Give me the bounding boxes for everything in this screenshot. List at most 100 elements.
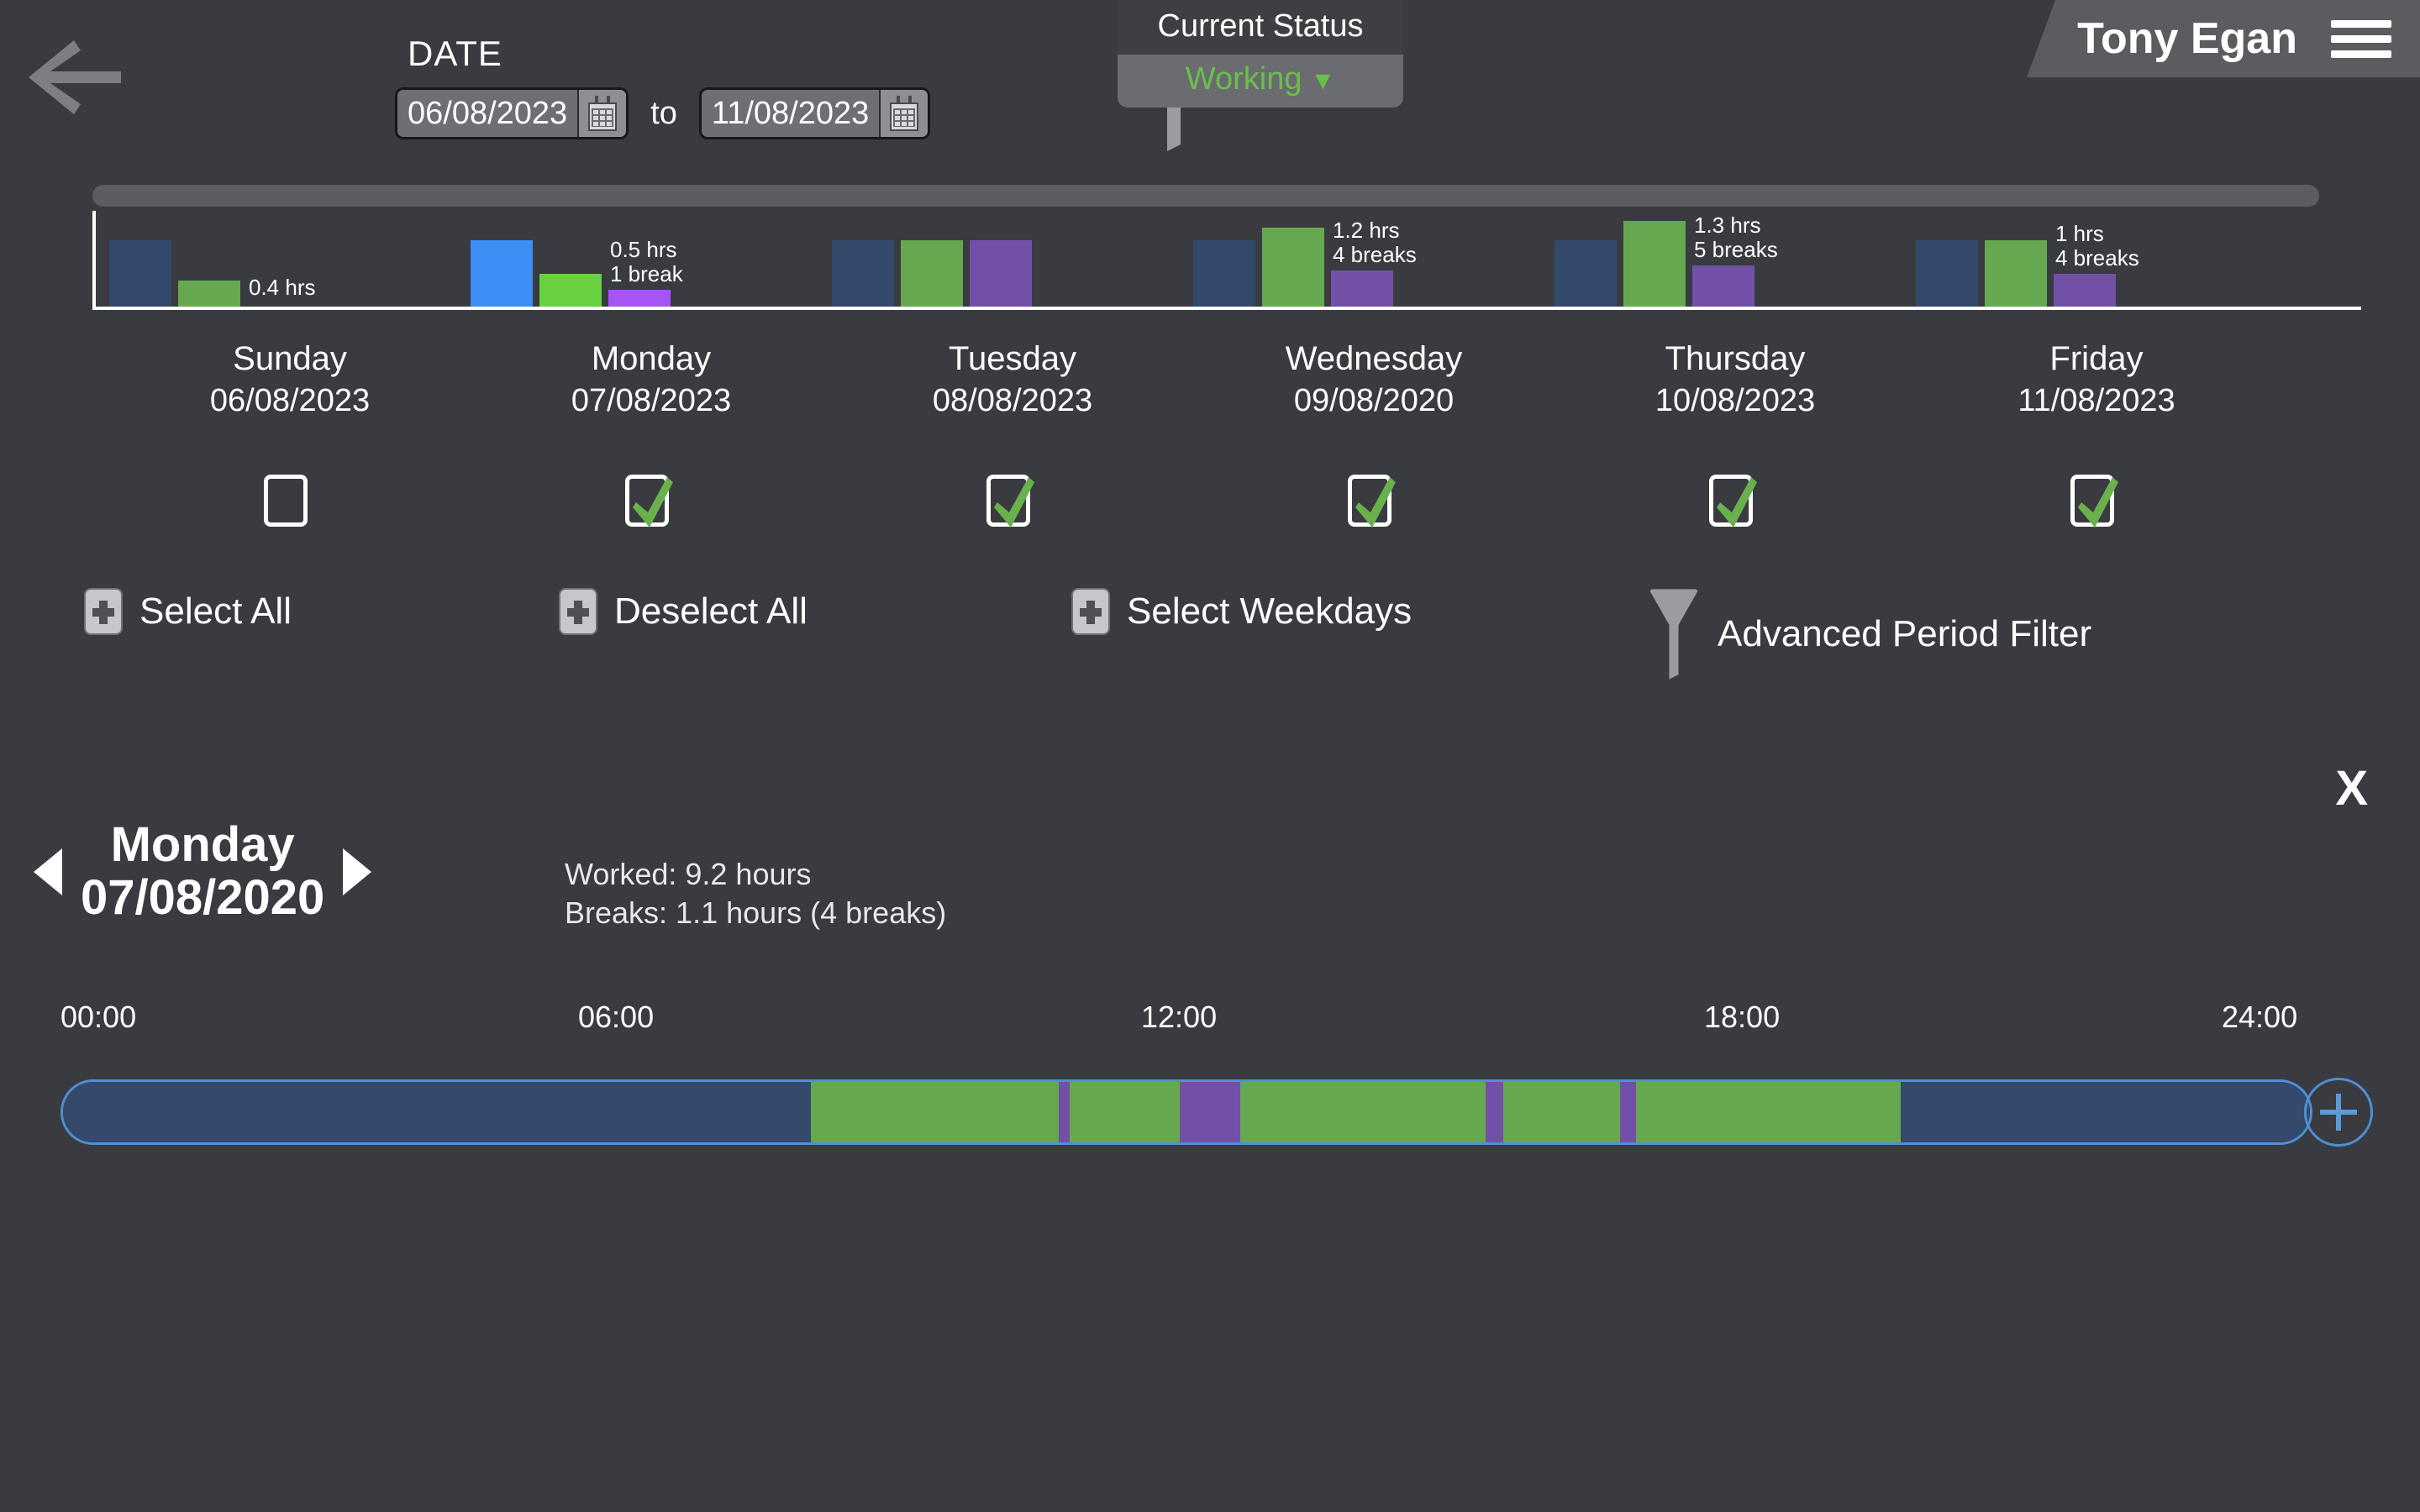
timeline-track[interactable] bbox=[60, 1079, 2312, 1145]
app-screen: DATE 06/08/2023 to 11/08/2023 Current St… bbox=[0, 0, 2420, 1512]
bar-scheduled bbox=[1555, 240, 1617, 307]
bar-value-label: 1.3 hrs 5 breaks bbox=[1694, 213, 1778, 263]
chart-day-group[interactable]: 1.2 hrs 4 breaks bbox=[1193, 211, 1555, 307]
day-header-wednesday[interactable]: Wednesday 09/08/2020 bbox=[1193, 340, 1555, 419]
day-checkbox-monday[interactable] bbox=[625, 475, 673, 528]
deselect-all-label: Deselect All bbox=[614, 591, 808, 632]
day-header-tuesday[interactable]: Tuesday 08/08/2023 bbox=[832, 340, 1193, 419]
bar-break bbox=[970, 240, 1032, 307]
checkmark-icon bbox=[633, 477, 673, 528]
current-status-value: Working bbox=[1185, 61, 1302, 97]
chart-plot-area: 0.4 hrs 0.5 hrs 1 break 1.2 hrs 4 breaks 1.3 … bbox=[92, 211, 2361, 310]
timeline-segment-work[interactable] bbox=[1635, 1082, 1902, 1142]
day-date: 07/08/2023 bbox=[571, 383, 732, 418]
day-name: Thursday bbox=[1665, 340, 1806, 377]
plus-circle-icon[interactable] bbox=[2304, 1078, 2373, 1147]
calendar-icon-to[interactable] bbox=[879, 90, 929, 137]
checkbox-box[interactable] bbox=[264, 475, 308, 527]
current-status-widget[interactable]: Current Status Working ▼ bbox=[1118, 0, 1403, 108]
day-header-thursday[interactable]: Thursday 10/08/2023 bbox=[1555, 340, 1916, 419]
chart-x-axis bbox=[92, 307, 2361, 310]
bar-value-label: 0.4 hrs bbox=[249, 275, 316, 300]
chart-day-group[interactable]: 1.3 hrs 5 breaks bbox=[1555, 211, 1916, 307]
advanced-period-filter-label: Advanced Period Filter bbox=[1718, 613, 2092, 654]
bar-worked bbox=[1623, 220, 1686, 307]
checkbox-box[interactable] bbox=[986, 475, 1034, 528]
day-summary: Worked: 9.2 hours Breaks: 1.1 hours (4 b… bbox=[565, 855, 946, 932]
select-weekdays-button[interactable]: Select Weekdays bbox=[1071, 588, 1412, 635]
current-status-dropdown[interactable]: Working ▼ bbox=[1118, 55, 1403, 108]
close-icon[interactable]: X bbox=[2335, 764, 2368, 813]
funnel-icon bbox=[1649, 589, 1698, 680]
date-from-value: 06/08/2023 bbox=[408, 96, 568, 131]
timeline-tick: 18:00 bbox=[1704, 1000, 1781, 1034]
previous-day-icon[interactable] bbox=[34, 848, 62, 895]
date-range-control: DATE 06/08/2023 to 11/08/2023 bbox=[395, 34, 1084, 139]
checkbox-box[interactable] bbox=[1709, 475, 1757, 528]
select-all-label: Select All bbox=[139, 591, 292, 632]
chart-day-group[interactable]: 0.4 hrs bbox=[109, 211, 471, 307]
timeline-segment-work[interactable] bbox=[1240, 1082, 1486, 1142]
day-header-monday[interactable]: Monday 07/08/2023 bbox=[471, 340, 832, 419]
timeline-segment-idle[interactable] bbox=[1901, 1082, 2310, 1142]
timeline-segment-work[interactable] bbox=[811, 1082, 1059, 1142]
timeline-tick: 12:00 bbox=[1141, 1000, 1218, 1034]
timeline-segment-break[interactable] bbox=[1179, 1082, 1241, 1142]
bar-break bbox=[2054, 273, 2116, 307]
bar-worked bbox=[1985, 240, 2047, 307]
day-checkbox-tuesday[interactable] bbox=[986, 475, 1034, 528]
bar-break bbox=[1331, 270, 1393, 307]
select-all-button[interactable]: Select All bbox=[84, 588, 292, 635]
day-checkbox-wednesday[interactable] bbox=[1348, 475, 1396, 528]
checkbox-box[interactable] bbox=[2070, 475, 2118, 528]
date-to-value: 11/08/2023 bbox=[711, 96, 870, 131]
date-from-field[interactable]: 06/08/2023 bbox=[395, 87, 629, 139]
bar-value-label: 0.5 hrs 1 break bbox=[610, 237, 683, 287]
timeline-segment-break[interactable] bbox=[1620, 1082, 1636, 1142]
timeline-segment-work[interactable] bbox=[1503, 1082, 1621, 1142]
deselect-all-button[interactable]: Deselect All bbox=[559, 588, 808, 635]
chart-day-group[interactable] bbox=[832, 211, 1193, 307]
bar-scheduled bbox=[832, 240, 894, 307]
user-bar: Tony Egan bbox=[2027, 0, 2420, 77]
selected-day: Monday 07/08/2020 bbox=[81, 818, 325, 925]
day-timeline[interactable] bbox=[60, 1079, 2312, 1145]
advanced-period-filter-button[interactable]: Advanced Period Filter bbox=[1647, 588, 2091, 680]
plus-icon bbox=[1071, 588, 1110, 635]
calendar-icon-from[interactable] bbox=[577, 90, 627, 137]
day-checkbox-sunday[interactable] bbox=[264, 475, 308, 527]
timeline-segment-idle[interactable] bbox=[63, 1082, 812, 1142]
day-name: Friday bbox=[2049, 340, 2144, 377]
bar-worked bbox=[901, 240, 963, 307]
timeline-segment-break[interactable] bbox=[1058, 1082, 1070, 1142]
bar-break bbox=[608, 290, 671, 307]
day-checkbox-friday[interactable] bbox=[2070, 475, 2118, 528]
day-header-sunday[interactable]: Sunday 06/08/2023 bbox=[109, 340, 471, 419]
back-arrow-icon[interactable] bbox=[22, 35, 123, 119]
day-navigator: Monday 07/08/2020 bbox=[34, 818, 372, 925]
timeline-tick-labels: 00:00 06:00 12:00 18:00 24:00 bbox=[0, 1000, 2420, 1042]
day-date: 10/08/2023 bbox=[1655, 383, 1816, 418]
checkbox-box[interactable] bbox=[1348, 475, 1396, 528]
week-chart: 0.4 hrs 0.5 hrs 1 break 1.2 hrs 4 breaks 1.3 … bbox=[0, 181, 2420, 315]
selected-day-date: 07/08/2020 bbox=[81, 869, 325, 925]
checkmark-icon bbox=[994, 477, 1034, 528]
day-header-friday[interactable]: Friday 11/08/2023 bbox=[1916, 340, 2277, 419]
date-to-field[interactable]: 11/08/2023 bbox=[698, 87, 931, 139]
next-day-icon[interactable] bbox=[343, 848, 372, 895]
bar-break bbox=[1692, 265, 1754, 307]
day-checkbox-thursday[interactable] bbox=[1709, 475, 1757, 528]
chart-day-group[interactable]: 0.5 hrs 1 break bbox=[471, 211, 832, 307]
checkmark-icon bbox=[1717, 477, 1757, 528]
chart-scrollbar[interactable] bbox=[92, 185, 2319, 207]
chart-y-axis bbox=[92, 211, 96, 310]
timeline-segment-work[interactable] bbox=[1069, 1082, 1180, 1142]
bar-value-label: 1.2 hrs 4 breaks bbox=[1333, 217, 1417, 267]
timeline-segment-break[interactable] bbox=[1485, 1082, 1504, 1142]
hamburger-menu-icon[interactable] bbox=[2331, 13, 2391, 66]
bar-scheduled bbox=[1916, 240, 1978, 307]
day-name: Tuesday bbox=[949, 340, 1076, 377]
checkbox-box[interactable] bbox=[625, 475, 673, 528]
day-name: Monday bbox=[591, 340, 712, 377]
chart-day-group[interactable]: 1 hrs 4 breaks bbox=[1916, 211, 2277, 307]
